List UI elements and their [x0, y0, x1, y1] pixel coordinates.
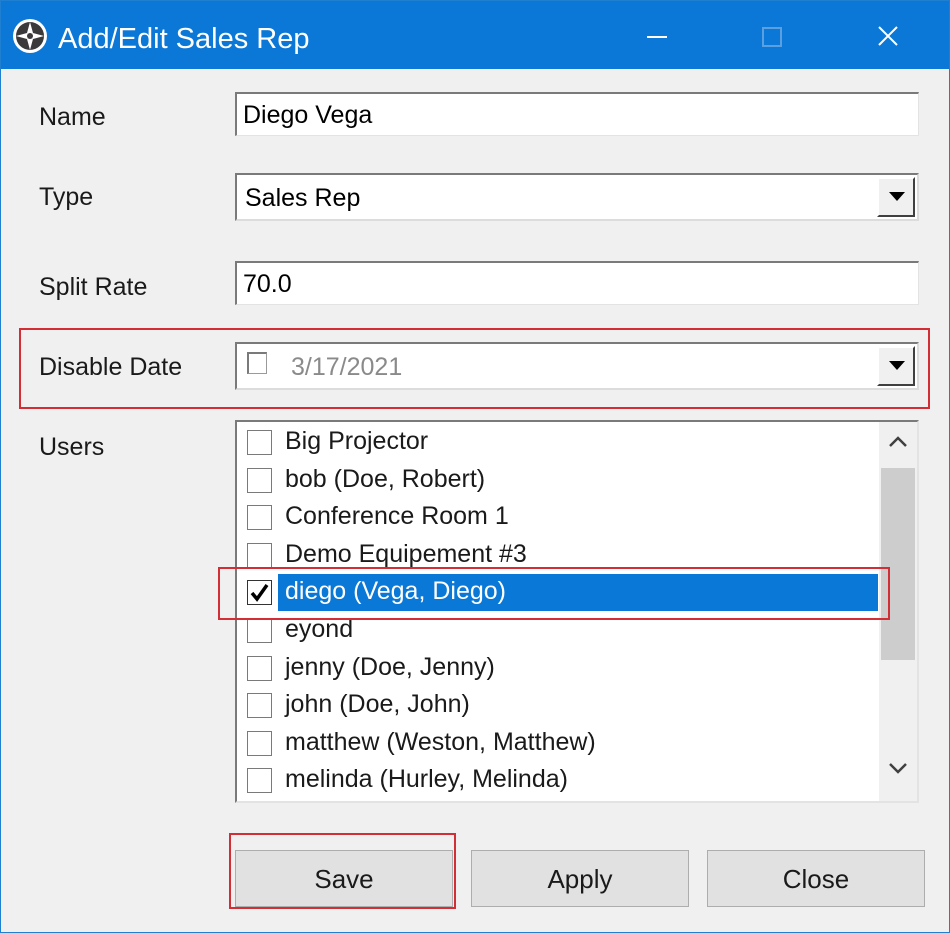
name-field[interactable]: Diego Vega	[235, 92, 919, 136]
type-label: Type	[39, 183, 94, 211]
user-checkbox[interactable]	[247, 618, 272, 643]
scroll-thumb[interactable]	[881, 468, 915, 660]
disable-date-highlight	[19, 328, 930, 409]
user-label: Big Projector	[285, 427, 429, 455]
user-list-item[interactable]: melinda (Hurley, Melinda)	[241, 762, 877, 799]
close-window-button[interactable]	[831, 1, 947, 69]
user-list-item[interactable]: bob (Doe, Robert)	[241, 462, 877, 499]
user-list-item[interactable]: john (Doe, John)	[241, 687, 877, 724]
app-compass-icon	[13, 19, 47, 53]
split-rate-value: 70.0	[243, 270, 292, 298]
user-label: jenny (Doe, Jenny)	[285, 652, 495, 681]
user-list-item[interactable]: jenny (Doe, Jenny)	[241, 650, 877, 687]
user-checkbox[interactable]	[247, 542, 272, 568]
selected-user-highlight	[218, 567, 890, 620]
dropdown-arrow-icon	[889, 192, 905, 201]
users-label: Users	[39, 433, 105, 461]
save-button-highlight	[229, 833, 456, 909]
user-label: Demo Equipement #3	[285, 539, 527, 568]
close-button[interactable]: Close	[707, 850, 925, 907]
type-dropdown-button[interactable]	[877, 177, 915, 217]
user-label: melinda (Hurley, Melinda)	[285, 765, 568, 794]
user-list-item[interactable]: Conference Room 1	[241, 499, 877, 536]
add-edit-sales-rep-dialog: Add/Edit Sales Rep Name Diego Vega Type …	[0, 0, 950, 933]
name-label: Name	[39, 103, 106, 131]
minimize-button[interactable]	[599, 1, 715, 69]
user-checkbox[interactable]	[247, 655, 272, 681]
split-rate-label: Split Rate	[39, 273, 148, 301]
user-label: john (Doe, John)	[285, 690, 470, 719]
user-label: matthew (Weston, Matthew)	[285, 727, 596, 756]
maximize-button[interactable]	[715, 1, 831, 69]
user-checkbox[interactable]	[247, 693, 272, 719]
scroll-up-icon[interactable]	[888, 434, 908, 448]
minimize-icon	[647, 36, 667, 38]
close-icon	[878, 26, 898, 46]
window-title: Add/Edit Sales Rep	[58, 23, 310, 55]
user-label: bob (Doe, Robert)	[285, 464, 486, 493]
scroll-down-icon[interactable]	[888, 762, 908, 776]
type-value: Sales Rep	[245, 184, 361, 212]
user-label: Conference Room 1	[285, 502, 509, 531]
user-checkbox[interactable]	[247, 430, 272, 455]
title-bar[interactable]: Add/Edit Sales Rep	[1, 1, 949, 69]
user-list-item[interactable]: matthew (Weston, Matthew)	[241, 725, 877, 762]
name-value: Diego Vega	[243, 101, 373, 129]
maximize-icon	[762, 27, 782, 47]
split-rate-field[interactable]: 70.0	[235, 261, 919, 305]
user-list-item[interactable]: Big Projector	[241, 424, 877, 461]
type-select[interactable]: Sales Rep	[235, 173, 919, 221]
user-checkbox[interactable]	[247, 730, 272, 756]
apply-button[interactable]: Apply	[471, 850, 689, 907]
user-checkbox[interactable]	[247, 505, 272, 531]
user-checkbox[interactable]	[247, 768, 272, 794]
user-checkbox[interactable]	[247, 467, 272, 493]
